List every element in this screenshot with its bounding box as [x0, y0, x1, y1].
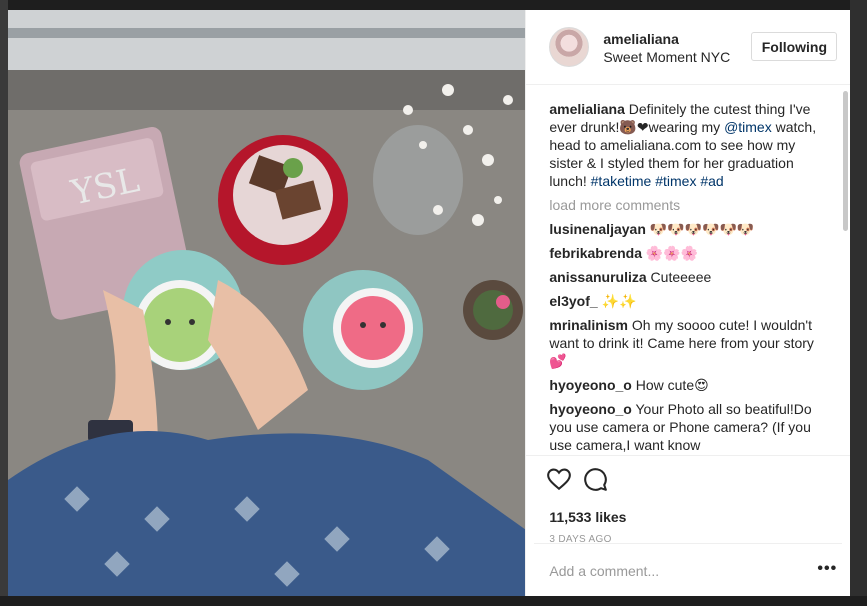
comment-username[interactable]: febrikabrenda: [549, 245, 642, 261]
heart-icon[interactable]: [546, 466, 572, 492]
post-side-panel: amelialiana Sweet Moment NYC Following a…: [525, 10, 851, 597]
comment-username[interactable]: anissanuruliza: [549, 269, 646, 285]
comments-section[interactable]: amelialiana Definitely the cutest thing …: [526, 85, 850, 455]
caption: amelialiana Definitely the cutest thing …: [549, 100, 821, 190]
comment-item: anissanuruliza Cuteeeee: [549, 268, 821, 286]
caption-mention[interactable]: @timex: [724, 119, 772, 135]
comment-item: el3yof_ ✨✨: [549, 292, 821, 310]
comment-username[interactable]: lusinenaljayan: [549, 221, 645, 237]
comment-text: How cute😍: [631, 377, 709, 393]
backdrop-right: [850, 0, 867, 606]
comment-username[interactable]: el3yof_: [549, 293, 597, 309]
add-comment-bar: •••: [534, 543, 843, 597]
speech-bubble-icon[interactable]: [582, 466, 608, 492]
caption-username[interactable]: amelialiana: [549, 101, 625, 117]
comment-text: 🌸🌸🌸: [641, 245, 699, 261]
following-button[interactable]: Following: [751, 32, 838, 61]
comments-list: amelialiana Definitely the cutest thing …: [549, 100, 821, 455]
comment-text: ✨✨: [597, 293, 637, 309]
comment-item: hyoyeono_o Your Photo all so beatiful!Do…: [549, 400, 821, 454]
header-location[interactable]: Sweet Moment NYC: [603, 49, 730, 65]
comments-scrollbar[interactable]: [843, 91, 849, 231]
comment-item: febrikabrenda 🌸🌸🌸: [549, 244, 821, 262]
photo-illustration: YSL: [8, 10, 526, 596]
likes-count[interactable]: 11,533 likes: [549, 509, 626, 525]
backdrop-left: [0, 0, 8, 606]
comment-text: Cuteeeee: [646, 269, 712, 285]
backdrop-top: [0, 0, 867, 10]
comment-username[interactable]: hyoyeono_o: [549, 401, 631, 417]
avatar[interactable]: [549, 27, 590, 67]
caption-hashtags[interactable]: #taketime #timex #ad: [591, 173, 724, 189]
comment-item: hyoyeono_o How cute😍: [549, 376, 821, 394]
comment-username[interactable]: hyoyeono_o: [549, 377, 631, 393]
comment-text: 🐶🐶🐶🐶🐶🐶: [645, 221, 755, 237]
comment-item: lusinenaljayan 🐶🐶🐶🐶🐶🐶: [549, 220, 821, 238]
backdrop-bottom: [0, 596, 867, 606]
add-comment-input[interactable]: [549, 561, 790, 581]
post-header: amelialiana Sweet Moment NYC Following: [526, 10, 851, 85]
comment-item: mrinalinism Oh my soooo cute! I wouldn't…: [549, 316, 821, 370]
header-username[interactable]: amelialiana: [603, 31, 679, 47]
comment-username[interactable]: mrinalinism: [549, 317, 628, 333]
more-options-button[interactable]: •••: [817, 560, 837, 578]
post-photo[interactable]: YSL: [8, 10, 526, 596]
post-modal: YSL amelialiana Sweet Moment NYC Followi…: [8, 10, 851, 597]
load-more-comments[interactable]: load more comments: [549, 196, 821, 214]
